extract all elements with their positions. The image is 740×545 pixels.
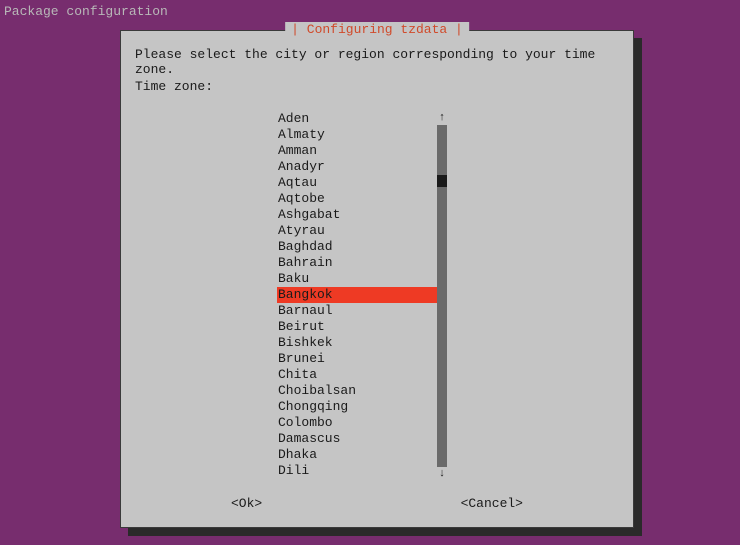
ok-button[interactable]: <Ok> <box>231 496 262 511</box>
timezone-label: Time zone: <box>135 79 213 94</box>
dialog-prompt: Please select the city or region corresp… <box>135 47 619 77</box>
scrollbar-thumb[interactable] <box>437 175 447 187</box>
cancel-button[interactable]: <Cancel> <box>461 496 523 511</box>
dialog-buttons: <Ok> <Cancel> <box>121 496 633 511</box>
tzdata-dialog: | Configuring tzdata | Please select the… <box>120 30 634 528</box>
dialog-title-text: Configuring tzdata <box>307 22 447 37</box>
scrollbar-track[interactable] <box>437 187 447 467</box>
package-config-header: Package configuration <box>4 4 168 19</box>
list-item[interactable]: Bangkok <box>277 287 437 303</box>
scroll-down-icon[interactable]: ↓ <box>437 467 447 481</box>
scrollbar-track[interactable] <box>437 125 447 175</box>
scrollbar[interactable]: ↑ ↓ <box>437 111 447 481</box>
dialog-title: | Configuring tzdata | <box>285 22 469 37</box>
scroll-up-icon[interactable]: ↑ <box>437 111 447 125</box>
